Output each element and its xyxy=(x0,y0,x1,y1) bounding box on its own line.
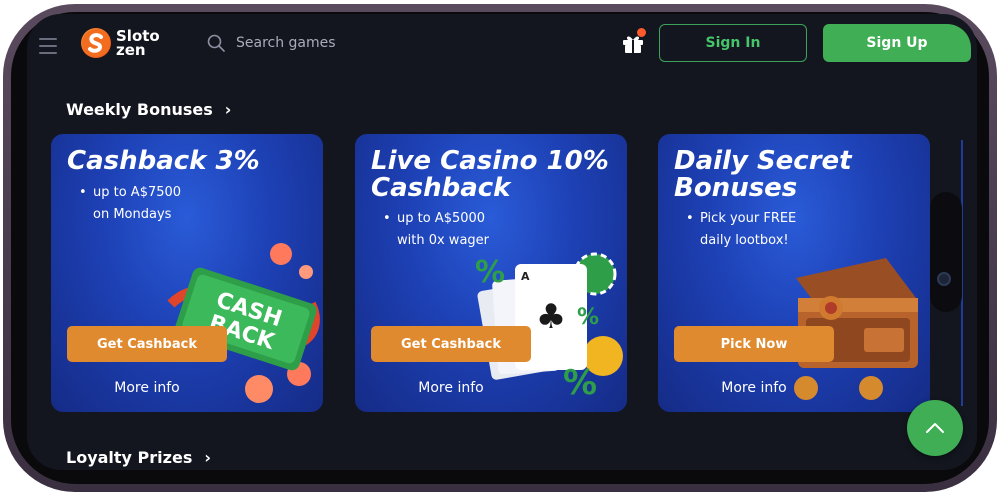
svg-text:%: % xyxy=(563,363,597,403)
sign-up-button[interactable]: Sign Up xyxy=(823,24,971,62)
menu-icon[interactable] xyxy=(39,38,57,59)
bonus-card-live-casino[interactable]: A ♣ % % % Live Casino 10% Cashback • up t… xyxy=(355,134,627,412)
scroll-to-top-button[interactable] xyxy=(907,400,963,456)
card-description: • up to A$7500 on Mondays xyxy=(79,182,181,226)
svg-text:♣: ♣ xyxy=(536,297,566,337)
loyalty-prizes-heading[interactable]: Loyalty Prizes › xyxy=(66,448,211,467)
more-info-link[interactable]: More info xyxy=(371,380,531,396)
more-info-link[interactable]: More info xyxy=(674,380,834,396)
card-description: • up to A$5000 with 0x wager xyxy=(383,208,489,252)
weekly-bonuses-title: Weekly Bonuses xyxy=(66,100,213,119)
card-desc-line2: daily lootbox! xyxy=(700,233,789,248)
bullet: • xyxy=(79,185,87,200)
get-cashback-button[interactable]: Get Cashback xyxy=(67,326,227,362)
svg-text:A: A xyxy=(521,270,530,283)
svg-text:%: % xyxy=(475,255,505,290)
pick-now-button[interactable]: Pick Now xyxy=(674,326,834,362)
bullet: • xyxy=(686,211,694,226)
get-cashback-button[interactable]: Get Cashback xyxy=(371,326,531,362)
notification-dot xyxy=(637,28,646,37)
camera-icon xyxy=(937,272,951,286)
chevron-up-icon xyxy=(926,423,944,433)
weekly-bonuses-heading[interactable]: Weekly Bonuses › xyxy=(66,100,231,119)
app-screen: Sloto zen Sign In Sign Up Week xyxy=(27,14,977,470)
bullet: • xyxy=(383,211,391,226)
logo-text-line2: zen xyxy=(116,41,146,59)
search-bar xyxy=(207,34,416,52)
card-description: • Pick your FREE daily lootbox! xyxy=(686,208,796,252)
card-desc-line1: Pick your FREE xyxy=(700,211,797,226)
chevron-right-icon: › xyxy=(224,100,232,119)
chevron-right-icon: › xyxy=(204,448,211,467)
logo[interactable]: Sloto zen xyxy=(81,28,160,58)
loyalty-prizes-title: Loyalty Prizes xyxy=(66,448,193,467)
bonus-card-cashback[interactable]: CASH BACK Cashback 3% • up to A$7500 on M… xyxy=(51,134,323,412)
card-desc-line1: up to A$7500 xyxy=(93,185,182,200)
bonus-card-daily-secret[interactable]: Daily Secret Bonuses • Pick your FREE dai… xyxy=(658,134,930,412)
search-icon[interactable] xyxy=(207,34,225,52)
header: Sloto zen Sign In Sign Up xyxy=(27,14,977,74)
logo-text: Sloto zen xyxy=(116,29,160,59)
card-desc-line2: with 0x wager xyxy=(397,233,490,248)
card-desc-line1: up to A$5000 xyxy=(397,211,486,226)
logo-mark-icon xyxy=(81,28,111,58)
search-input[interactable] xyxy=(236,35,416,51)
card-title: Live Casino 10% Cashback xyxy=(371,146,609,203)
card-desc-line2: on Mondays xyxy=(93,207,172,222)
phone-side-notch xyxy=(930,192,962,312)
more-info-link[interactable]: More info xyxy=(67,380,227,396)
gift-button[interactable] xyxy=(621,28,646,54)
card-title: Daily Secret Bonuses xyxy=(674,146,852,203)
svg-text:%: % xyxy=(577,305,599,330)
card-title: Cashback 3% xyxy=(67,146,260,176)
sign-in-button[interactable]: Sign In xyxy=(659,24,807,62)
